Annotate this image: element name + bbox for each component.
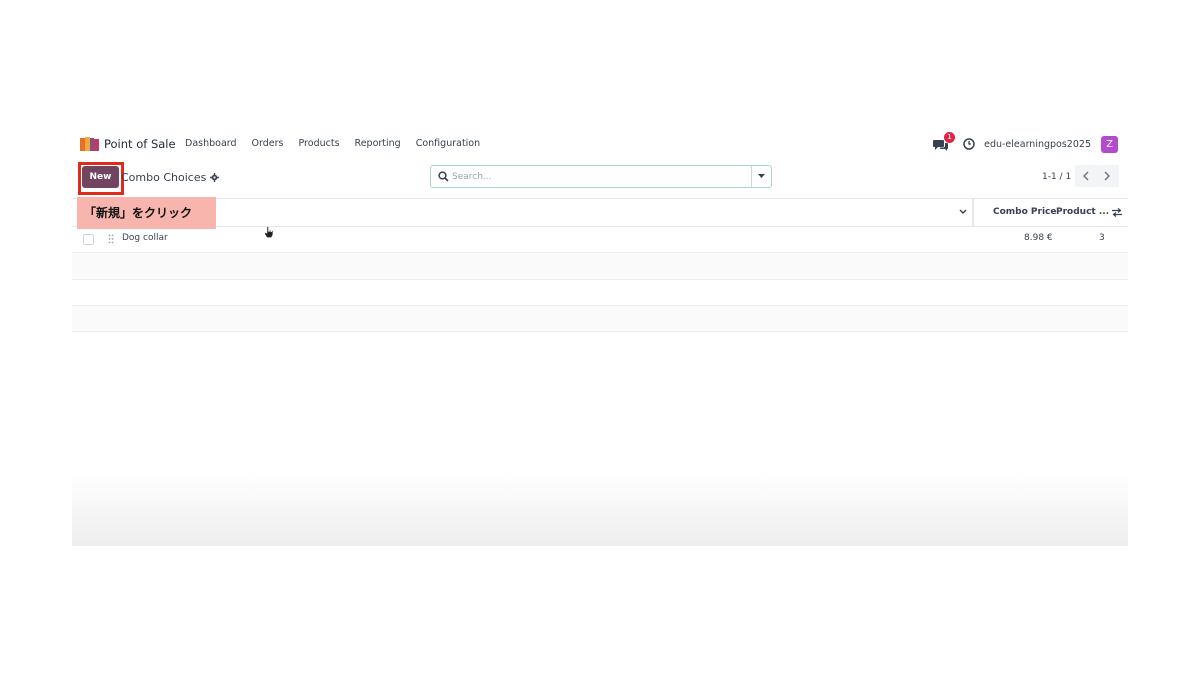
main-menu: Dashboard Orders Products Reporting Conf… [185, 138, 480, 149]
clock-icon[interactable] [963, 138, 975, 150]
tutorial-annotation: 「新規」をクリック [77, 197, 216, 229]
pager-value[interactable]: 1-1 / 1 [1042, 172, 1071, 182]
chevron-down-icon[interactable] [959, 209, 967, 215]
mouse-pointer-icon [264, 226, 274, 238]
gear-icon[interactable] [210, 173, 220, 182]
breadcrumb: Combo Choices [121, 171, 220, 184]
page-title: Combo Choices [121, 171, 207, 184]
column-header-product[interactable]: Product ... [1056, 207, 1109, 217]
pos-app-icon[interactable] [80, 137, 99, 151]
search-bar [430, 165, 772, 188]
menu-products[interactable]: Products [299, 138, 340, 149]
row-name: Dog collar [122, 233, 168, 243]
menu-configuration[interactable]: Configuration [416, 138, 480, 149]
database-name[interactable]: edu-elearningpos2025 [984, 139, 1091, 150]
pager-previous-button[interactable] [1075, 165, 1097, 187]
row-combo-price: 8.98 € [1024, 233, 1053, 243]
chevron-right-icon [1104, 171, 1110, 181]
empty-row [72, 280, 1128, 306]
menu-dashboard[interactable]: Dashboard [185, 138, 237, 149]
column-header-combo-price[interactable]: Combo Price [993, 207, 1056, 217]
list-header: 「新規」をクリック Combo Price Product ... [72, 197, 1128, 229]
menu-reporting[interactable]: Reporting [355, 138, 401, 149]
empty-row [72, 254, 1128, 280]
app-name[interactable]: Point of Sale [104, 137, 176, 151]
control-panel: New Combo Choices Search... 1-1 / 1 [72, 160, 1128, 198]
pager-next-button[interactable] [1097, 165, 1119, 187]
caret-down-icon [758, 174, 765, 178]
chevron-left-icon [1083, 171, 1089, 181]
new-button[interactable]: New [82, 166, 119, 188]
search-input[interactable] [452, 168, 742, 185]
drag-handle-icon[interactable] [108, 234, 114, 244]
optional-columns-icon[interactable] [1112, 208, 1122, 217]
empty-row [72, 306, 1128, 332]
chat-badge: 1 [944, 132, 956, 143]
search-options-toggle[interactable] [751, 166, 771, 187]
app-window: Point of Sale Dashboard Orders Products … [72, 128, 1128, 546]
column-divider [972, 199, 974, 227]
navbar-systray: 1 edu-elearningpos2025 Z [933, 132, 1118, 153]
search-icon [438, 171, 449, 182]
table-row[interactable]: Dog collar 8.98 € 3 [72, 227, 1128, 253]
discuss-button[interactable]: 1 [933, 132, 956, 151]
row-product-count: 3 [1099, 233, 1105, 243]
row-checkbox[interactable] [83, 234, 94, 245]
user-avatar[interactable]: Z [1101, 135, 1118, 153]
top-navbar: Point of Sale Dashboard Orders Products … [72, 128, 1128, 160]
menu-orders[interactable]: Orders [252, 138, 284, 149]
